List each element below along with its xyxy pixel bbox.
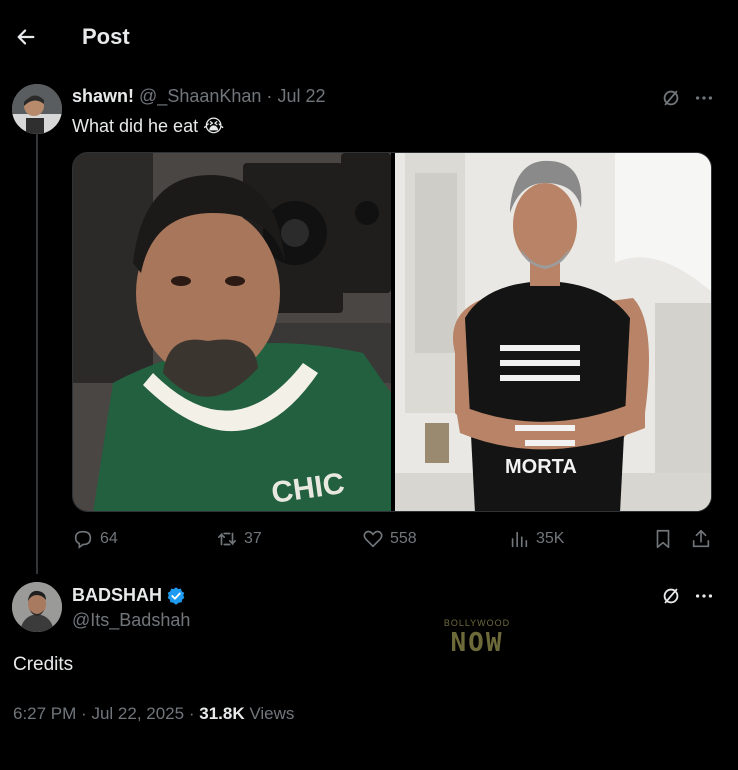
separator-dot: · (266, 86, 273, 106)
heart-icon (363, 530, 383, 548)
tweet-text: What did he eat 😭 (72, 116, 225, 136)
tweet-header: shawn! @_ShaanKhan · Jul 22 (72, 86, 325, 107)
views-total: 31.8K (199, 704, 245, 723)
repost-count: 37 (244, 530, 262, 547)
svg-text:MORTA: MORTA (505, 456, 577, 478)
top-bar: Post (0, 0, 738, 74)
tweet-actions: 64 37 558 35K (72, 528, 712, 556)
share-button[interactable] (690, 528, 718, 550)
more-options-icon[interactable] (693, 87, 715, 109)
grok-icon[interactable] (660, 585, 682, 607)
post-timestamp: 6:27 PM · Jul 22, 2025 · 31.8K Views (13, 704, 294, 724)
verified-badge-icon (167, 586, 185, 605)
grok-icon[interactable] (660, 87, 682, 109)
author-handle[interactable]: @_ShaanKhan (139, 86, 261, 106)
post-full-date[interactable]: Jul 22, 2025 (91, 704, 184, 723)
post-date[interactable]: Jul 22 (277, 86, 325, 106)
repost-icon (217, 532, 237, 546)
repost-button[interactable]: 37 (216, 528, 262, 550)
watermark-logo: BOLLYWOOD NOW (432, 618, 522, 660)
reply-button[interactable]: 64 (72, 528, 118, 550)
more-options-icon[interactable] (693, 585, 715, 607)
reply-icon (74, 530, 92, 549)
analytics-icon (511, 531, 528, 548)
share-icon (692, 529, 710, 548)
reply-count: 64 (100, 530, 118, 547)
views-label: Views (249, 704, 295, 723)
post-time[interactable]: 6:27 PM (13, 704, 76, 723)
bookmark-icon (656, 529, 670, 549)
avatar[interactable] (12, 582, 62, 632)
avatar[interactable] (12, 84, 62, 134)
separator-dot: · (81, 704, 87, 723)
separator-dot: · (188, 704, 195, 723)
avatar-image (12, 582, 62, 632)
views-button[interactable]: 35K (508, 528, 564, 550)
watermark-main-text: NOW (450, 628, 504, 658)
reply-author-handle[interactable]: @Its_Badshah (72, 610, 190, 631)
media-image-left[interactable]: CHIC (73, 153, 391, 512)
arrow-left-icon[interactable] (14, 26, 38, 48)
bookmark-button[interactable] (652, 528, 680, 550)
author-name[interactable]: shawn! (72, 86, 134, 106)
watermark-top-text: BOLLYWOOD (443, 618, 511, 628)
reply-text: Credits (13, 654, 74, 675)
like-count: 558 (390, 530, 417, 547)
thread-connector-line (36, 134, 38, 574)
avatar-image (12, 84, 62, 134)
view-count: 35K (536, 530, 565, 547)
reply-author-name[interactable]: BADSHAH (72, 585, 186, 606)
like-button[interactable]: 558 (362, 528, 417, 550)
reply-author-label: BADSHAH (72, 585, 162, 605)
page-title: Post (82, 24, 130, 49)
media-image-right[interactable]: MORTA (395, 153, 712, 512)
tweet-media[interactable]: CHIC MORTA (72, 152, 712, 512)
